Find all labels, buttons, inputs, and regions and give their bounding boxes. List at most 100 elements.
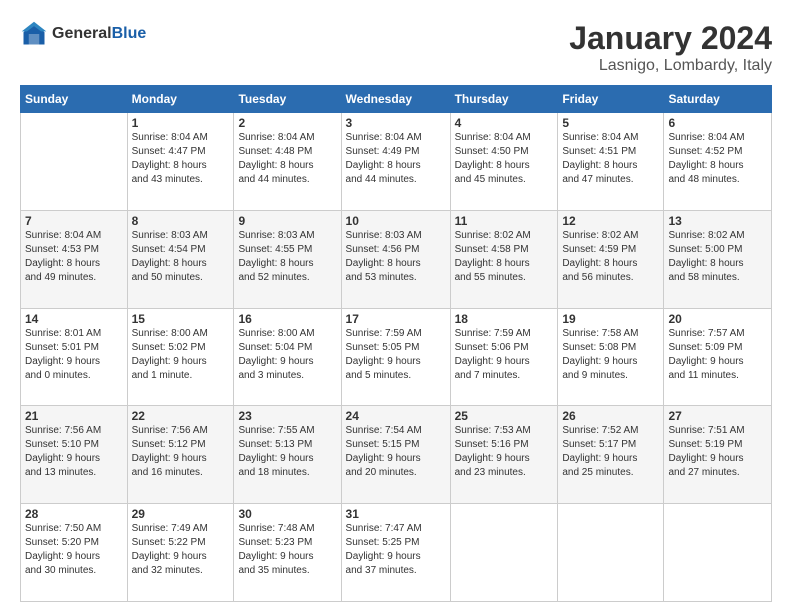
table-cell — [450, 504, 558, 602]
table-cell: 5Sunrise: 8:04 AM Sunset: 4:51 PM Daylig… — [558, 113, 664, 211]
calendar-table: Sunday Monday Tuesday Wednesday Thursday… — [20, 85, 772, 602]
day-detail: Sunrise: 8:04 AM Sunset: 4:52 PM Dayligh… — [668, 131, 767, 187]
table-cell: 29Sunrise: 7:49 AM Sunset: 5:22 PM Dayli… — [127, 504, 234, 602]
table-cell: 14Sunrise: 8:01 AM Sunset: 5:01 PM Dayli… — [21, 308, 128, 406]
table-cell: 26Sunrise: 7:52 AM Sunset: 5:17 PM Dayli… — [558, 406, 664, 504]
table-cell: 1Sunrise: 8:04 AM Sunset: 4:47 PM Daylig… — [127, 113, 234, 211]
day-detail: Sunrise: 7:52 AM Sunset: 5:17 PM Dayligh… — [562, 424, 659, 480]
day-detail: Sunrise: 7:58 AM Sunset: 5:08 PM Dayligh… — [562, 327, 659, 383]
header: GeneralBlue January 2024 Lasnigo, Lombar… — [20, 20, 772, 75]
day-number: 4 — [455, 116, 554, 130]
day-detail: Sunrise: 7:47 AM Sunset: 5:25 PM Dayligh… — [346, 522, 446, 578]
day-detail: Sunrise: 8:02 AM Sunset: 4:58 PM Dayligh… — [455, 229, 554, 285]
day-number: 29 — [132, 507, 230, 521]
table-cell: 24Sunrise: 7:54 AM Sunset: 5:15 PM Dayli… — [341, 406, 450, 504]
day-detail: Sunrise: 8:04 AM Sunset: 4:50 PM Dayligh… — [455, 131, 554, 187]
day-detail: Sunrise: 7:59 AM Sunset: 5:06 PM Dayligh… — [455, 327, 554, 383]
calendar-header-row: Sunday Monday Tuesday Wednesday Thursday… — [21, 86, 772, 113]
table-cell: 18Sunrise: 7:59 AM Sunset: 5:06 PM Dayli… — [450, 308, 558, 406]
day-detail: Sunrise: 8:02 AM Sunset: 4:59 PM Dayligh… — [562, 229, 659, 285]
day-detail: Sunrise: 8:03 AM Sunset: 4:56 PM Dayligh… — [346, 229, 446, 285]
table-cell — [21, 113, 128, 211]
day-detail: Sunrise: 8:04 AM Sunset: 4:47 PM Dayligh… — [132, 131, 230, 187]
day-detail: Sunrise: 8:00 AM Sunset: 5:04 PM Dayligh… — [238, 327, 336, 383]
day-number: 14 — [25, 312, 123, 326]
table-cell: 22Sunrise: 7:56 AM Sunset: 5:12 PM Dayli… — [127, 406, 234, 504]
day-number: 19 — [562, 312, 659, 326]
day-number: 24 — [346, 409, 446, 423]
day-number: 30 — [238, 507, 336, 521]
day-number: 20 — [668, 312, 767, 326]
col-monday: Monday — [127, 86, 234, 113]
week-row-2: 7Sunrise: 8:04 AM Sunset: 4:53 PM Daylig… — [21, 210, 772, 308]
subtitle: Lasnigo, Lombardy, Italy — [569, 57, 772, 75]
table-cell: 9Sunrise: 8:03 AM Sunset: 4:55 PM Daylig… — [234, 210, 341, 308]
table-cell: 2Sunrise: 8:04 AM Sunset: 4:48 PM Daylig… — [234, 113, 341, 211]
main-title: January 2024 — [569, 20, 772, 57]
logo-icon — [20, 20, 48, 48]
day-detail: Sunrise: 7:49 AM Sunset: 5:22 PM Dayligh… — [132, 522, 230, 578]
day-number: 10 — [346, 214, 446, 228]
table-cell: 11Sunrise: 8:02 AM Sunset: 4:58 PM Dayli… — [450, 210, 558, 308]
day-number: 3 — [346, 116, 446, 130]
table-cell: 3Sunrise: 8:04 AM Sunset: 4:49 PM Daylig… — [341, 113, 450, 211]
day-detail: Sunrise: 7:59 AM Sunset: 5:05 PM Dayligh… — [346, 327, 446, 383]
day-number: 28 — [25, 507, 123, 521]
day-detail: Sunrise: 8:01 AM Sunset: 5:01 PM Dayligh… — [25, 327, 123, 383]
table-cell: 16Sunrise: 8:00 AM Sunset: 5:04 PM Dayli… — [234, 308, 341, 406]
day-detail: Sunrise: 8:04 AM Sunset: 4:53 PM Dayligh… — [25, 229, 123, 285]
page: GeneralBlue January 2024 Lasnigo, Lombar… — [0, 0, 792, 612]
day-number: 12 — [562, 214, 659, 228]
day-number: 17 — [346, 312, 446, 326]
day-detail: Sunrise: 8:03 AM Sunset: 4:54 PM Dayligh… — [132, 229, 230, 285]
day-detail: Sunrise: 7:55 AM Sunset: 5:13 PM Dayligh… — [238, 424, 336, 480]
day-number: 7 — [25, 214, 123, 228]
title-block: January 2024 Lasnigo, Lombardy, Italy — [569, 20, 772, 75]
col-tuesday: Tuesday — [234, 86, 341, 113]
table-cell — [664, 504, 772, 602]
table-cell: 23Sunrise: 7:55 AM Sunset: 5:13 PM Dayli… — [234, 406, 341, 504]
day-detail: Sunrise: 8:02 AM Sunset: 5:00 PM Dayligh… — [668, 229, 767, 285]
day-detail: Sunrise: 7:50 AM Sunset: 5:20 PM Dayligh… — [25, 522, 123, 578]
day-number: 8 — [132, 214, 230, 228]
table-cell: 12Sunrise: 8:02 AM Sunset: 4:59 PM Dayli… — [558, 210, 664, 308]
day-number: 18 — [455, 312, 554, 326]
table-cell: 7Sunrise: 8:04 AM Sunset: 4:53 PM Daylig… — [21, 210, 128, 308]
table-cell: 20Sunrise: 7:57 AM Sunset: 5:09 PM Dayli… — [664, 308, 772, 406]
table-cell: 6Sunrise: 8:04 AM Sunset: 4:52 PM Daylig… — [664, 113, 772, 211]
day-number: 5 — [562, 116, 659, 130]
day-detail: Sunrise: 8:04 AM Sunset: 4:49 PM Dayligh… — [346, 131, 446, 187]
table-cell: 19Sunrise: 7:58 AM Sunset: 5:08 PM Dayli… — [558, 308, 664, 406]
day-detail: Sunrise: 8:00 AM Sunset: 5:02 PM Dayligh… — [132, 327, 230, 383]
table-cell: 10Sunrise: 8:03 AM Sunset: 4:56 PM Dayli… — [341, 210, 450, 308]
day-number: 11 — [455, 214, 554, 228]
week-row-3: 14Sunrise: 8:01 AM Sunset: 5:01 PM Dayli… — [21, 308, 772, 406]
table-cell: 28Sunrise: 7:50 AM Sunset: 5:20 PM Dayli… — [21, 504, 128, 602]
table-cell: 17Sunrise: 7:59 AM Sunset: 5:05 PM Dayli… — [341, 308, 450, 406]
day-number: 13 — [668, 214, 767, 228]
day-detail: Sunrise: 7:56 AM Sunset: 5:12 PM Dayligh… — [132, 424, 230, 480]
week-row-5: 28Sunrise: 7:50 AM Sunset: 5:20 PM Dayli… — [21, 504, 772, 602]
table-cell: 31Sunrise: 7:47 AM Sunset: 5:25 PM Dayli… — [341, 504, 450, 602]
day-detail: Sunrise: 7:57 AM Sunset: 5:09 PM Dayligh… — [668, 327, 767, 383]
week-row-1: 1Sunrise: 8:04 AM Sunset: 4:47 PM Daylig… — [21, 113, 772, 211]
table-cell — [558, 504, 664, 602]
col-sunday: Sunday — [21, 86, 128, 113]
logo-text: GeneralBlue — [52, 25, 146, 43]
day-number: 6 — [668, 116, 767, 130]
col-wednesday: Wednesday — [341, 86, 450, 113]
day-number: 27 — [668, 409, 767, 423]
col-saturday: Saturday — [664, 86, 772, 113]
col-thursday: Thursday — [450, 86, 558, 113]
table-cell: 4Sunrise: 8:04 AM Sunset: 4:50 PM Daylig… — [450, 113, 558, 211]
day-number: 16 — [238, 312, 336, 326]
day-number: 15 — [132, 312, 230, 326]
day-number: 31 — [346, 507, 446, 521]
day-detail: Sunrise: 8:03 AM Sunset: 4:55 PM Dayligh… — [238, 229, 336, 285]
day-detail: Sunrise: 7:56 AM Sunset: 5:10 PM Dayligh… — [25, 424, 123, 480]
day-number: 1 — [132, 116, 230, 130]
day-detail: Sunrise: 7:54 AM Sunset: 5:15 PM Dayligh… — [346, 424, 446, 480]
day-number: 21 — [25, 409, 123, 423]
table-cell: 21Sunrise: 7:56 AM Sunset: 5:10 PM Dayli… — [21, 406, 128, 504]
table-cell: 30Sunrise: 7:48 AM Sunset: 5:23 PM Dayli… — [234, 504, 341, 602]
